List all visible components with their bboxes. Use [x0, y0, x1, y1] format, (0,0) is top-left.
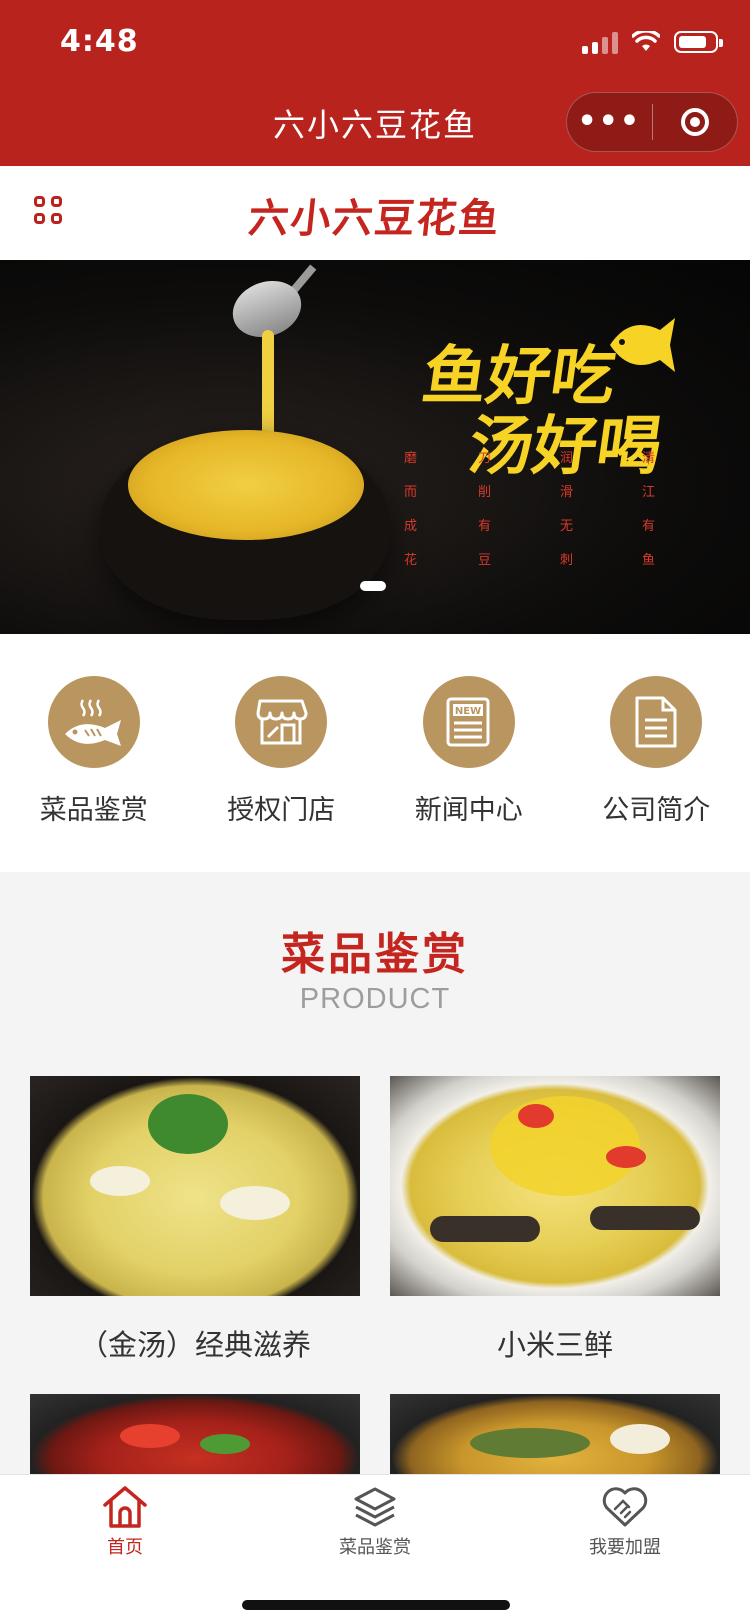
target-icon — [681, 108, 709, 136]
product-name: 小米三鲜 — [390, 1322, 720, 1364]
slogan-line-1: 鱼好吃 — [418, 342, 676, 412]
poem-column: 刀削有豆 — [478, 442, 492, 578]
quick-nav-label: 公司简介 — [602, 788, 710, 827]
tab-label: 我要加盟 — [589, 1533, 661, 1559]
product-name: （金汤）经典滋养 — [30, 1322, 360, 1364]
site-header: 六小六豆花鱼 — [0, 166, 750, 260]
tab-franchise[interactable]: 我要加盟 — [500, 1475, 750, 1624]
product-image — [30, 1076, 360, 1296]
document-icon — [610, 676, 702, 768]
mini-program-capsule: ••• — [566, 92, 738, 152]
home-indicator — [242, 1600, 510, 1610]
quick-nav-label: 新闻中心 — [415, 788, 523, 827]
store-icon — [235, 676, 327, 768]
poem-column: 磨而成花 — [404, 442, 418, 578]
product-card[interactable]: （金汤）经典滋养 — [30, 1076, 360, 1364]
fish-slice — [220, 1186, 290, 1220]
section-title: 菜品鉴赏 — [0, 918, 750, 982]
home-icon — [101, 1483, 149, 1531]
herb-garnish — [148, 1094, 228, 1154]
svg-text:NEW: NEW — [455, 706, 481, 717]
quick-nav-stores[interactable]: 授权门店 — [188, 634, 376, 872]
wifi-icon — [632, 31, 660, 53]
poem-column: 清江有鱼 — [642, 442, 656, 578]
tab-home[interactable]: 首页 — [0, 1475, 250, 1624]
quick-nav-label: 授权门店 — [227, 788, 335, 827]
signal-icon — [582, 30, 618, 54]
brand-logo: 六小六豆花鱼 — [0, 186, 750, 244]
carousel-indicator[interactable] — [360, 581, 386, 591]
fish-slice — [610, 1424, 670, 1454]
section-subtitle: PRODUCT — [0, 983, 750, 1016]
banner-slogan: 鱼好吃 汤好喝 — [408, 342, 676, 483]
soup-image — [128, 430, 364, 540]
product-image — [30, 1394, 360, 1474]
fish-slice — [90, 1166, 150, 1196]
quick-nav-label: 菜品鉴赏 — [40, 788, 148, 827]
status-icons — [582, 30, 718, 54]
chili-garnish — [518, 1104, 554, 1128]
fish-icon — [48, 676, 140, 768]
handshake-icon — [599, 1483, 651, 1531]
quick-nav-news[interactable]: NEW 新闻中心 — [375, 634, 563, 872]
product-image — [390, 1394, 720, 1474]
peppercorn-garnish — [470, 1428, 590, 1458]
quick-nav-dishes[interactable]: 菜品鉴赏 — [0, 634, 188, 872]
navigation-bar: 4:48 六小六豆花鱼 ••• — [0, 0, 750, 166]
chili-garnish — [120, 1424, 180, 1448]
chili-garnish — [606, 1146, 646, 1168]
hero-banner[interactable]: 鱼好吃 汤好喝 磨而成花 刀削有豆 润滑无刺 清江有鱼 — [0, 260, 750, 634]
newspaper-icon: NEW — [423, 676, 515, 768]
layers-icon — [351, 1483, 399, 1531]
herb-garnish — [200, 1434, 250, 1454]
status-time: 4:48 — [60, 24, 139, 59]
close-button[interactable] — [653, 108, 738, 136]
quick-nav-about[interactable]: 公司简介 — [563, 634, 750, 872]
tab-label: 首页 — [107, 1533, 143, 1559]
more-button[interactable]: ••• — [567, 107, 652, 137]
poem-column: 润滑无刺 — [560, 442, 574, 578]
sea-cucumber — [430, 1216, 540, 1242]
battery-icon — [674, 31, 718, 53]
quick-nav: 菜品鉴赏 授权门店 NEW 新闻中心 — [0, 634, 750, 872]
product-image — [390, 1076, 720, 1296]
sea-cucumber — [590, 1206, 700, 1230]
product-card[interactable]: 小米三鲜 — [390, 1076, 720, 1364]
tab-label: 菜品鉴赏 — [339, 1533, 411, 1559]
